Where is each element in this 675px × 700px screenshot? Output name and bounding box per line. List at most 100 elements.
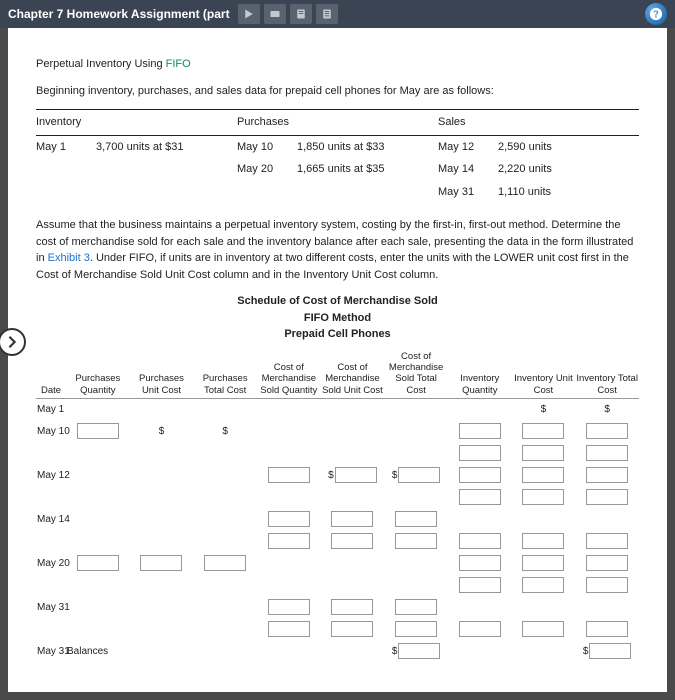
- inp-may14b-iuc[interactable]: [522, 533, 564, 549]
- inp-may12b-itc[interactable]: [586, 489, 628, 505]
- data-table-rows: May 13,700 units at $31 May 101,850 unit…: [36, 136, 639, 204]
- inp-may31-cmsuc[interactable]: [331, 599, 373, 615]
- row-may20: May 20: [36, 552, 639, 574]
- inp-may31b-cmstc[interactable]: [395, 621, 437, 637]
- inp-may12b-iuc[interactable]: [522, 489, 564, 505]
- row-may10: May 10 $ $: [36, 420, 639, 442]
- pur-row: May 101,850 units at $33: [237, 136, 438, 159]
- row-balances: May 31 Balances $ $: [36, 640, 639, 662]
- content-wrap: Perpetual Inventory Using FIFO Beginning…: [0, 28, 675, 700]
- col-itc: Inventory Total Cost: [575, 349, 639, 399]
- inp-may12b-iq[interactable]: [459, 489, 501, 505]
- inp-may20b-itc[interactable]: [586, 577, 628, 593]
- inp-may10b-itc[interactable]: [586, 445, 628, 461]
- inv-row: May 13,700 units at $31: [36, 136, 237, 159]
- inp-may14-cmsq[interactable]: [268, 511, 310, 527]
- inp-bal-itc[interactable]: [589, 643, 631, 659]
- col-cmstc: Cost of Merchandise Sold Total Cost: [384, 349, 448, 399]
- instructions: Assume that the business maintains a per…: [36, 217, 639, 283]
- instr-post: . Under FIFO, if units are in inventory …: [36, 252, 629, 281]
- row-may31: May 31: [36, 596, 639, 618]
- section-title: Perpetual Inventory Using FIFO: [36, 56, 639, 73]
- inp-may12-cmstc[interactable]: [398, 467, 440, 483]
- inp-may12-cmsq[interactable]: [268, 467, 310, 483]
- col-iuc: Inventory Unit Cost: [512, 349, 576, 399]
- hdr-sales: Sales: [438, 110, 639, 135]
- tool-icon-3[interactable]: [290, 4, 312, 24]
- col-pq: Purchases Quantity: [66, 349, 130, 399]
- tool-icon-4[interactable]: [316, 4, 338, 24]
- titlebar-icons: [238, 4, 338, 24]
- data-table-header: Inventory Purchases Sales: [36, 109, 639, 136]
- titlebar: Chapter 7 Homework Assignment (part: [0, 0, 675, 28]
- col-cmsq: Cost of Merchandise Sold Quantity: [257, 349, 321, 399]
- schedule-product: Prepaid Cell Phones: [36, 326, 639, 343]
- inp-may10b-iuc[interactable]: [522, 445, 564, 461]
- inp-bal-cmstc[interactable]: [398, 643, 440, 659]
- data-table: Inventory Purchases Sales May 13,700 uni…: [36, 109, 639, 203]
- pur-row: May 201,665 units at $35: [237, 158, 438, 181]
- row-may20b: [36, 574, 639, 596]
- inp-may10-iuc[interactable]: [522, 423, 564, 439]
- hdr-inventory: Inventory: [36, 110, 237, 135]
- lead-paragraph: Beginning inventory, purchases, and sale…: [36, 83, 639, 100]
- col-iq: Inventory Quantity: [448, 349, 512, 399]
- inp-may31b-itc[interactable]: [586, 621, 628, 637]
- inp-may12-cmsuc[interactable]: [335, 467, 377, 483]
- inp-may10-iq[interactable]: [459, 423, 501, 439]
- sal-row: May 311,110 units: [438, 181, 639, 204]
- inp-may20-iq[interactable]: [459, 555, 501, 571]
- inp-may12-iuc[interactable]: [522, 467, 564, 483]
- exhibit-link[interactable]: Exhibit 3: [48, 252, 90, 264]
- inp-may20-pq[interactable]: [77, 555, 119, 571]
- inp-may12-iq[interactable]: [459, 467, 501, 483]
- row-may31b: [36, 618, 639, 640]
- schedule-method: FIFO Method: [36, 310, 639, 327]
- inp-may14b-cmstc[interactable]: [395, 533, 437, 549]
- inp-may14b-cmsuc[interactable]: [331, 533, 373, 549]
- row-may10b: [36, 442, 639, 464]
- row-may12b: [36, 486, 639, 508]
- schedule-table: Date Purchases Quantity Purchases Unit C…: [36, 349, 639, 663]
- inp-may14b-itc[interactable]: [586, 533, 628, 549]
- col-puc: Purchases Unit Cost: [130, 349, 194, 399]
- inp-may31b-cmsuc[interactable]: [331, 621, 373, 637]
- inp-may14-cmstc[interactable]: [395, 511, 437, 527]
- col-cmsuc: Cost of Merchandise Sold Unit Cost: [321, 349, 385, 399]
- col-ptc: Purchases Total Cost: [193, 349, 257, 399]
- inp-may10-itc[interactable]: [586, 423, 628, 439]
- inp-may31b-cmsq[interactable]: [268, 621, 310, 637]
- window-title: Chapter 7 Homework Assignment (part: [8, 7, 230, 21]
- inp-may31b-iuc[interactable]: [522, 621, 564, 637]
- balances-label: Balances: [66, 640, 130, 662]
- tool-icon-2[interactable]: [264, 4, 286, 24]
- inp-may14b-iq[interactable]: [459, 533, 501, 549]
- row-may14b: [36, 530, 639, 552]
- app-window: Chapter 7 Homework Assignment (part Perp…: [0, 0, 675, 700]
- inp-may31-cmsq[interactable]: [268, 599, 310, 615]
- row-may1: May 1 $ $: [36, 399, 639, 421]
- title-method: FIFO: [166, 58, 191, 70]
- inp-may31b-iq[interactable]: [459, 621, 501, 637]
- inp-may14-cmsuc[interactable]: [331, 511, 373, 527]
- row-may14: May 14: [36, 508, 639, 530]
- tool-icon-1[interactable]: [238, 4, 260, 24]
- inp-may20-puc[interactable]: [140, 555, 182, 571]
- help-icon[interactable]: [645, 3, 667, 25]
- hdr-purchases: Purchases: [237, 110, 438, 135]
- inp-may14b-cmsq[interactable]: [268, 533, 310, 549]
- inp-may10-pq[interactable]: [77, 423, 119, 439]
- inp-may20-iuc[interactable]: [522, 555, 564, 571]
- inp-may10b-iq[interactable]: [459, 445, 501, 461]
- sal-row: May 122,590 units: [438, 136, 639, 159]
- inp-may31-cmstc[interactable]: [395, 599, 437, 615]
- inp-may20-ptc[interactable]: [204, 555, 246, 571]
- sal-row: May 142,220 units: [438, 158, 639, 181]
- assignment-page: Perpetual Inventory Using FIFO Beginning…: [8, 28, 667, 692]
- row-may12: May 12 $ $: [36, 464, 639, 486]
- inp-may12-itc[interactable]: [586, 467, 628, 483]
- inp-may20-itc[interactable]: [586, 555, 628, 571]
- schedule-title: Schedule of Cost of Merchandise Sold: [36, 293, 639, 310]
- inp-may20b-iuc[interactable]: [522, 577, 564, 593]
- inp-may20b-iq[interactable]: [459, 577, 501, 593]
